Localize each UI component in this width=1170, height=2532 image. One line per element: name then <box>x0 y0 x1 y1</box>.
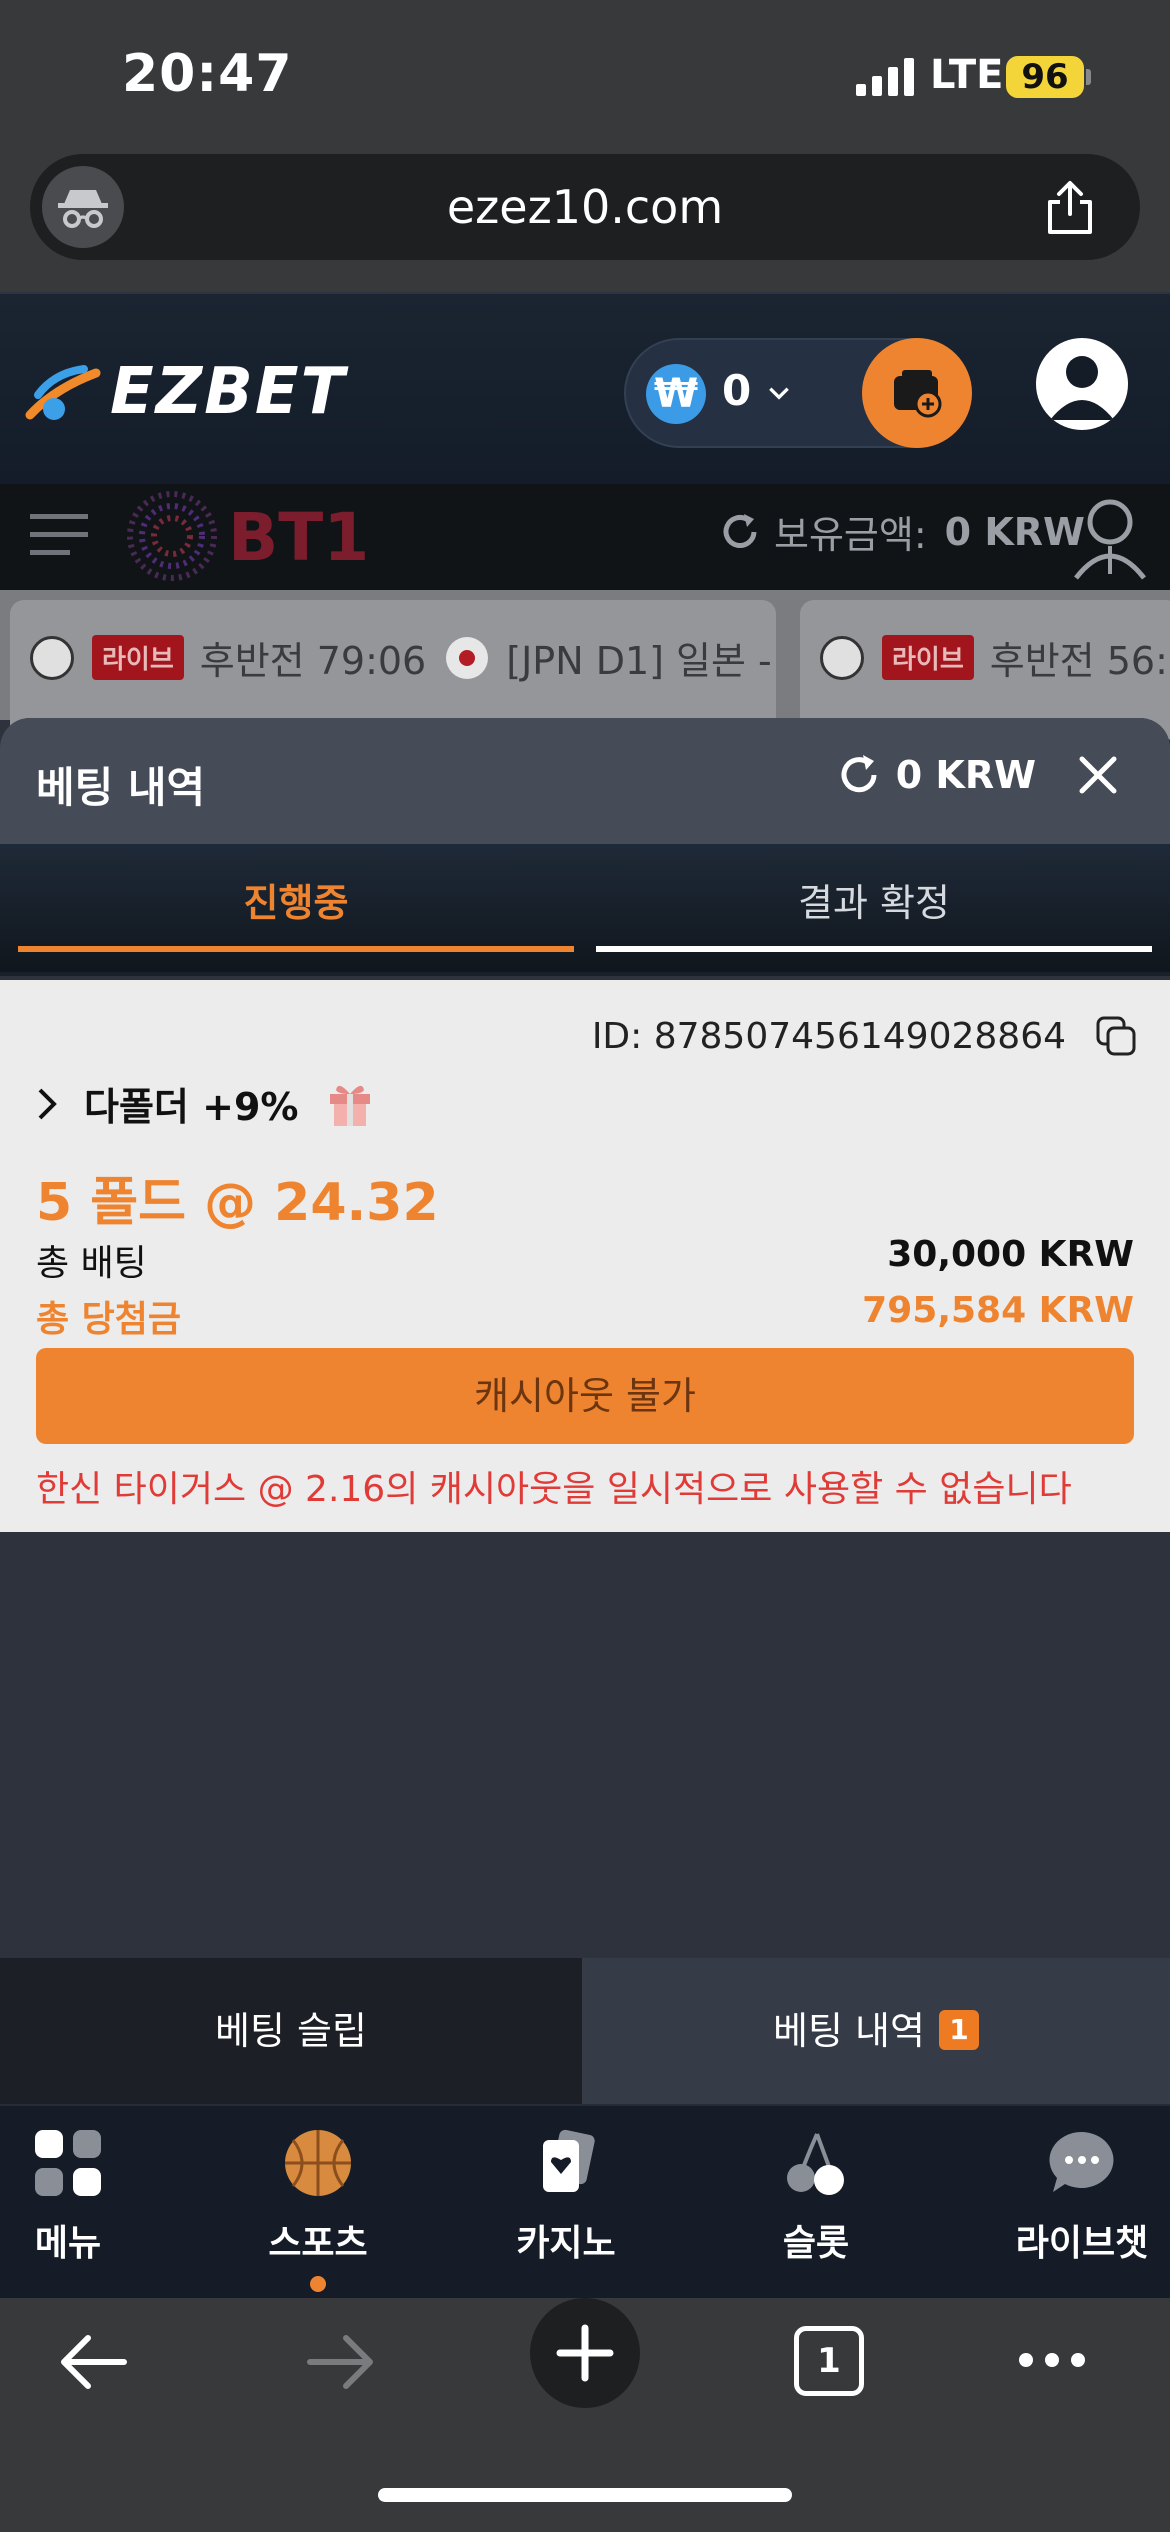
nav-item-menu[interactable]: 메뉴 <box>0 2126 168 2266</box>
tabs-button[interactable]: 1 <box>794 2326 864 2396</box>
tab-settled[interactable]: 결과 확정 <box>596 872 1152 952</box>
soccer-ball-icon <box>30 635 74 680</box>
user-outline-icon[interactable] <box>1072 496 1148 580</box>
bet-history-tabs: 진행중 결과 확정 <box>0 844 1170 976</box>
payout-row: 총 당첨금 795,584 KRW <box>36 1290 1134 1342</box>
status-time: 20:47 <box>122 44 293 104</box>
match-league: [JPN D1] 일본 - J-리 <box>506 639 776 683</box>
bet-id: ID: 878507456149028864 <box>591 1016 1066 1057</box>
profile-button[interactable] <box>1036 338 1128 430</box>
fold-title: 5 폴드 @ 24.32 <box>36 1173 439 1233</box>
nav-item-sports[interactable]: 스포츠 <box>218 2126 418 2292</box>
japan-flag-icon <box>446 636 489 679</box>
grid-icon <box>35 2130 101 2196</box>
battery-nub <box>1086 69 1091 85</box>
gift-icon <box>330 1085 371 1126</box>
ezbet-logo[interactable]: EZBET <box>24 355 347 429</box>
hamburger-menu-icon[interactable] <box>30 510 88 558</box>
tab-in-progress[interactable]: 진행중 <box>18 872 574 952</box>
refresh-icon[interactable] <box>718 510 762 554</box>
won-currency-icon: ₩ <box>646 364 706 424</box>
address-bar: ezez10.com <box>0 150 1170 292</box>
chevron-down-icon <box>769 387 789 400</box>
signal-icon <box>856 58 914 96</box>
nav-label: 슬롯 <box>782 2223 850 2264</box>
sheet-balance: 0 KRW <box>895 753 1036 797</box>
bt1-dots-icon: BT1 <box>127 491 369 581</box>
nav-label: 라이브챗 <box>1015 2223 1149 2264</box>
plus-icon <box>556 2324 614 2382</box>
stake-value: 30,000 KRW <box>887 1234 1134 1275</box>
battery-indicator: 96 <box>1006 56 1084 98</box>
wallet-dropdown[interactable]: ₩ 0 <box>624 338 972 448</box>
more-options-icon[interactable] <box>1016 2348 1088 2372</box>
cashout-button[interactable]: 캐시아웃 불가 <box>36 1348 1134 1444</box>
nav-item-live-chat[interactable]: 라이브챗 <box>982 2126 1170 2266</box>
multi-bet-label: 다폴더 +9% <box>84 1085 299 1129</box>
back-arrow-icon[interactable] <box>58 2330 130 2394</box>
bet-history-label: 베팅 내역 <box>773 2009 925 2053</box>
url-field[interactable]: ezez10.com <box>30 154 1140 260</box>
stake-row: 총 배팅 30,000 KRW <box>36 1234 1134 1286</box>
new-tab-button[interactable] <box>530 2298 640 2408</box>
basketball-icon <box>285 2130 351 2196</box>
deposit-button[interactable] <box>862 338 972 448</box>
bt1-bar: BT1 보유금액: 0 KRW <box>0 484 1170 590</box>
wallet-plus-icon <box>894 370 942 418</box>
active-indicator <box>310 2276 326 2292</box>
multi-bet-toggle[interactable]: 다폴더 +9% <box>36 1076 376 1131</box>
bet-history-tab[interactable]: 베팅 내역 1 <box>582 1958 1170 2104</box>
sheet-title: 베팅 내역 <box>36 763 206 812</box>
close-icon[interactable] <box>1076 753 1120 797</box>
ezbet-logo-mark-icon <box>25 365 101 420</box>
cherry-icon <box>787 2133 844 2195</box>
balance-label: 보유금액: <box>774 513 927 557</box>
live-badge: 라이브 <box>92 635 184 680</box>
chevron-right-icon <box>38 1088 57 1119</box>
status-bar: 20:47 LTE 96 <box>0 0 1170 150</box>
nav-item-slots[interactable]: 슬롯 <box>716 2126 916 2266</box>
forward-arrow-icon[interactable] <box>304 2330 376 2394</box>
live-badge: 라이브 <box>882 635 974 680</box>
wallet-amount: 0 <box>722 366 752 415</box>
logo-text: EZBET <box>110 355 347 429</box>
battery-level: 96 <box>1021 57 1069 97</box>
chat-icon <box>1049 2131 1114 2192</box>
user-icon <box>1050 356 1114 420</box>
nav-label: 카지노 <box>516 2223 616 2264</box>
cashout-error-message: 한신 타이거스 @ 2.16의 캐시아웃을 일시적으로 사용할 수 없습니다 <box>36 1469 1072 1510</box>
bet-history-sheet: 베팅 내역 0 KRW 진행중 결과 확정 ID: 87850745614902… <box>0 718 1170 1958</box>
bet-slip-label: 베팅 슬립 <box>215 2009 367 2053</box>
nav-label: 스포츠 <box>268 2223 368 2264</box>
home-indicator <box>378 2488 792 2502</box>
soccer-ball-icon <box>820 635 864 680</box>
stake-label: 총 배팅 <box>36 1243 147 1284</box>
match-period: 후반전 56:1 <box>989 639 1170 683</box>
payout-label: 총 당첨금 <box>36 1299 182 1340</box>
live-match-strip: 라이브 후반전 79:06 [JPN D1] 일본 - J-리 라이브 후반전 … <box>0 590 1170 740</box>
match-period: 후반전 79:06 <box>199 639 427 683</box>
bet-card: ID: 878507456149028864 다폴더 +9% 5 폴드 @ 24… <box>0 980 1170 1532</box>
slip-tabs: 베팅 슬립 베팅 내역 1 <box>0 1958 1170 2104</box>
share-icon[interactable] <box>1040 178 1100 238</box>
main-nav: 메뉴 스포츠 카지노 슬롯 라이브챗 <box>0 2104 1170 2298</box>
cards-icon <box>543 2129 595 2192</box>
site-header: EZBET ₩ 0 <box>0 292 1170 484</box>
bet-slip-tab[interactable]: 베팅 슬립 <box>0 1958 582 2104</box>
url-text: ezez10.com <box>446 180 724 234</box>
balance-value: 0 KRW <box>944 509 1085 554</box>
payout-value: 795,584 KRW <box>862 1290 1134 1331</box>
network-type: LTE <box>930 52 1004 98</box>
nav-label: 메뉴 <box>34 2223 102 2264</box>
refresh-icon[interactable] <box>836 752 882 798</box>
copy-icon[interactable] <box>1094 1014 1138 1058</box>
sheet-header: 베팅 내역 0 KRW <box>0 718 1170 844</box>
tab-count: 1 <box>817 2341 841 2381</box>
bt1-logo[interactable]: BT1 <box>124 488 374 584</box>
nav-item-casino[interactable]: 카지노 <box>466 2126 666 2266</box>
bet-count-badge: 1 <box>938 2009 979 2050</box>
bt1-balance: 보유금액: 0 KRW <box>718 504 1085 559</box>
bt1-logo-text: BT1 <box>228 499 369 576</box>
